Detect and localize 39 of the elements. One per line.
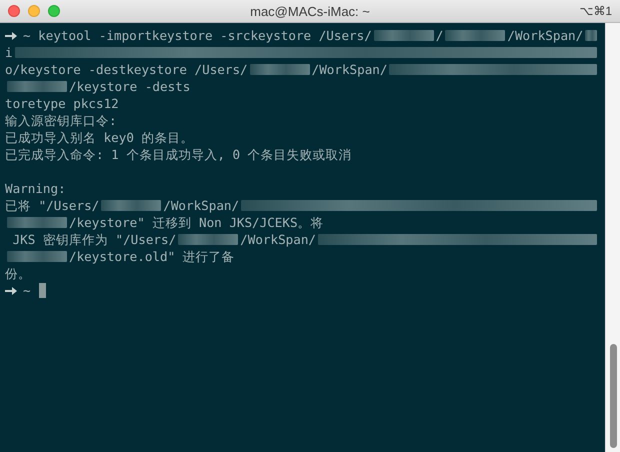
redacted-block: [7, 81, 67, 92]
terminal-text: ~ keytool -importkeystore -srckeystore /Users/: [23, 27, 372, 44]
scrollbar-thumb[interactable]: [610, 344, 616, 448]
window-shortcut: ⌥⌘1: [579, 4, 612, 18]
redacted-block: [445, 30, 506, 41]
terminal-text: /keystore" 迁移到 Non JKS/JCEKS。将: [69, 214, 324, 231]
terminal-text: toretype pkcs12: [5, 95, 119, 112]
terminal-text: 已将 "/Users/: [5, 197, 100, 214]
terminal-text: 已成功导入别名 key0 的条目。: [5, 129, 194, 146]
redacted-block: [178, 234, 238, 245]
terminal-text: /keystore.old" 进行了备: [69, 248, 235, 265]
redacted-block: [250, 64, 310, 75]
redacted-block: [585, 30, 597, 41]
text-cursor: [38, 283, 46, 298]
scrollbar[interactable]: [605, 23, 620, 452]
arrow-icon: [5, 286, 17, 296]
terminal-text: /WorkSpan/: [163, 197, 240, 214]
arrow-icon: [5, 30, 17, 40]
redacted-block: [101, 200, 162, 211]
terminal-text: JKS 密钥库作为 "/Users/: [12, 231, 176, 248]
window-title: mac@MACs-iMac: ~: [250, 4, 370, 18]
terminal-text: 输入源密钥库口令:: [5, 112, 117, 129]
minimize-button[interactable]: [28, 5, 40, 17]
terminal-text: /: [436, 27, 444, 44]
terminal-text: 份。: [5, 265, 31, 282]
terminal-text: o/keystore -destkeystore /Users/: [5, 61, 248, 78]
terminal-text: Warning:: [5, 180, 66, 197]
redacted-block: [374, 30, 434, 41]
terminal-text: /WorkSpan/: [507, 27, 584, 44]
terminal-text: ~: [23, 282, 31, 299]
terminal-text: /WorkSpan/: [240, 231, 316, 248]
terminal-text: /keystore -dests: [69, 78, 190, 95]
zoom-button[interactable]: [48, 5, 60, 17]
terminal-text: /WorkSpan/: [312, 61, 388, 78]
redacted-block: [7, 251, 67, 262]
terminal-text: 已完成导入命令: 1 个条目成功导入, 0 个条目失败或取消: [5, 146, 352, 163]
terminal-text: i: [5, 44, 13, 61]
redacted-block: [7, 217, 67, 228]
close-button[interactable]: [8, 5, 20, 17]
